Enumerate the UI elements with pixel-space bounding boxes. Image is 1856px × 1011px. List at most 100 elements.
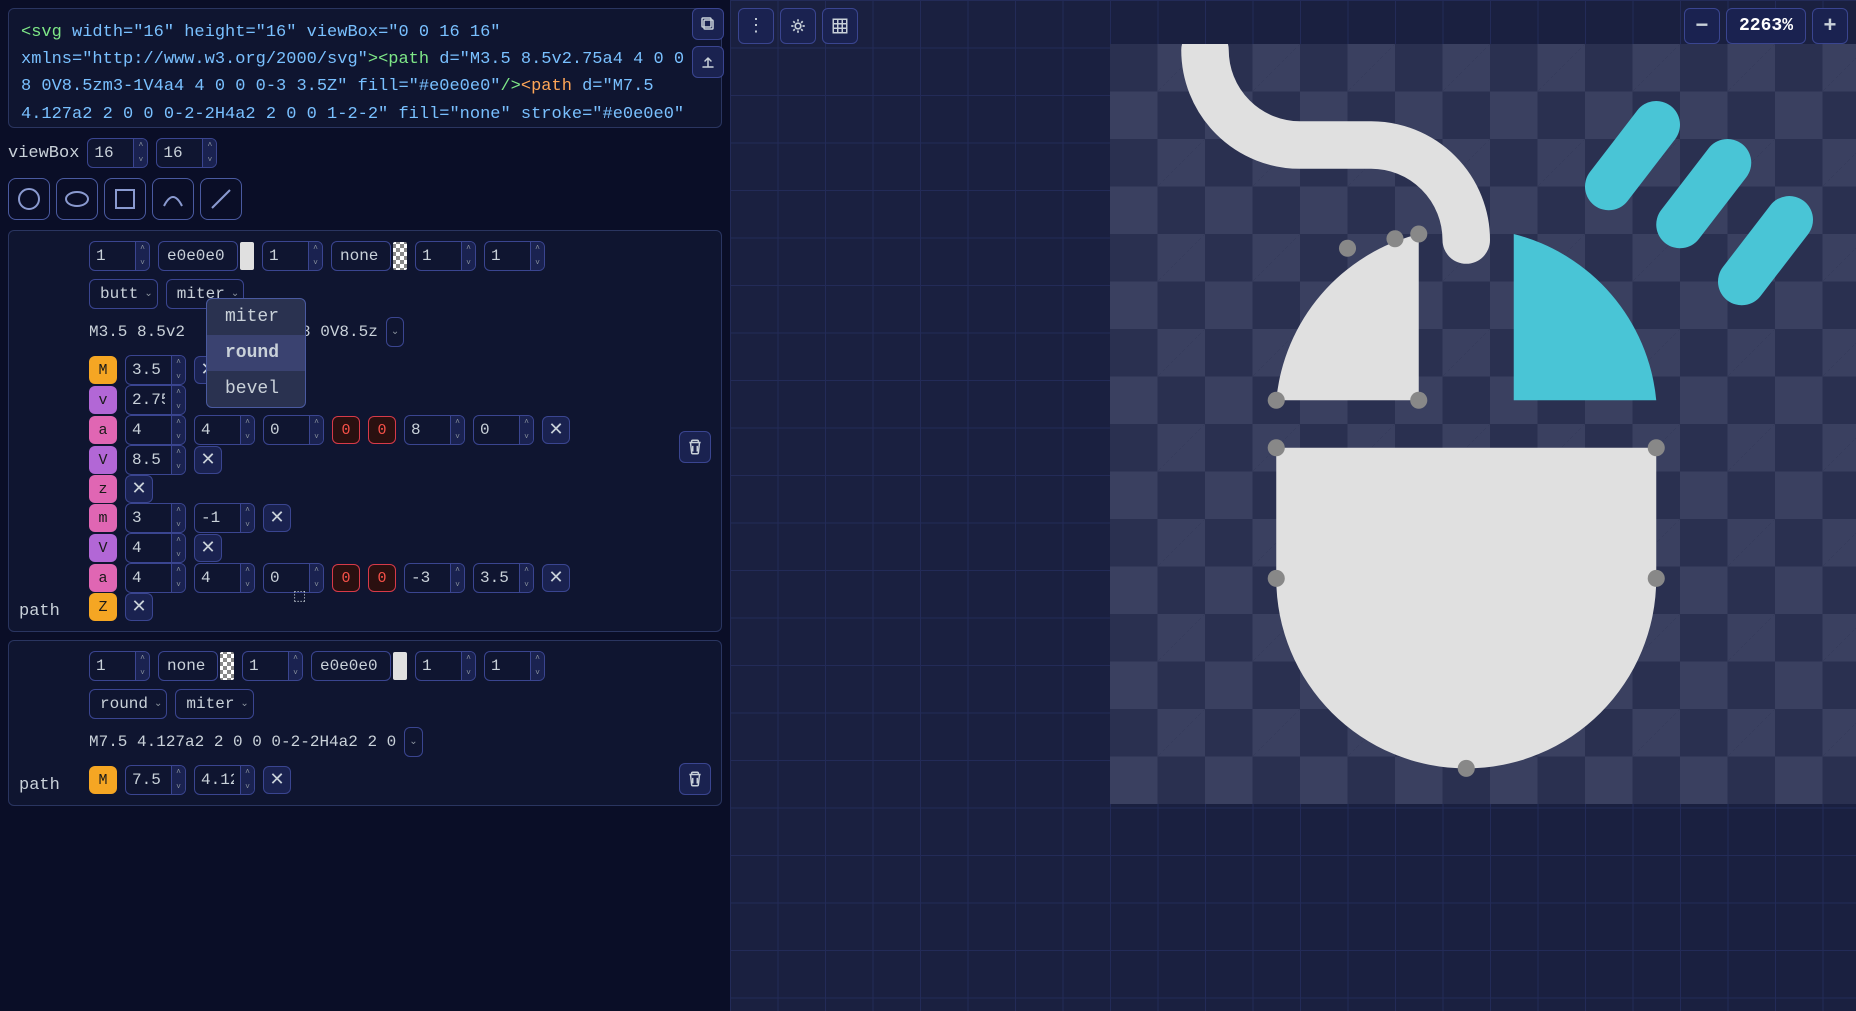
fill-opacity-input[interactable]: ˄˅	[262, 241, 323, 271]
code-path1-open: <path	[378, 50, 439, 69]
command-arg-input[interactable]: ˄˅	[263, 415, 324, 445]
command-arg-input[interactable]: ˄˅	[194, 503, 255, 533]
command-arg-input[interactable]: ˄˅	[125, 355, 186, 385]
stroke-opacity-input[interactable]: ˄˅	[484, 241, 545, 271]
command-chip[interactable]: a	[89, 416, 117, 444]
upload-button[interactable]	[692, 46, 724, 78]
viewbox-width-input[interactable]: ˄˅	[87, 138, 148, 168]
command-arg-input[interactable]: ˄˅	[194, 415, 255, 445]
command-arg-input[interactable]: ˄˅	[404, 563, 465, 593]
delete-command-button[interactable]: ✕	[263, 504, 291, 532]
settings-button[interactable]	[780, 8, 816, 44]
viewbox-height-field[interactable]	[157, 144, 202, 162]
command-row: a ˄˅ ˄˅ ˄˅ 00 ˄˅ ˄˅ ✕	[89, 415, 711, 445]
fill-color-input[interactable]	[158, 241, 238, 271]
chevron-down-icon: ⌄	[144, 288, 152, 300]
command-arg-input[interactable]: ˄˅	[473, 563, 534, 593]
command-chip[interactable]: Z	[89, 593, 117, 621]
svg-preview[interactable]	[1110, 44, 1856, 804]
line-tool[interactable]	[200, 178, 242, 220]
path-tool[interactable]	[152, 178, 194, 220]
grid-button[interactable]	[822, 8, 858, 44]
command-arg-input[interactable]: ˄˅	[473, 415, 534, 445]
command-chip[interactable]: V	[89, 534, 117, 562]
more-button[interactable]: ⋮	[738, 8, 774, 44]
fill-swatch[interactable]	[240, 242, 254, 270]
zoom-in-button[interactable]: +	[1812, 8, 1848, 44]
command-row: V ˄˅ ✕	[89, 445, 711, 475]
code-tag: <svg	[21, 23, 72, 42]
step-down-icon[interactable]: ˅	[203, 153, 216, 168]
canvas-area[interactable]	[730, 0, 1856, 1011]
stroke-width-input[interactable]: ˄˅	[415, 241, 476, 271]
command-arg-input[interactable]: ˄˅	[125, 533, 186, 563]
zoom-out-button[interactable]: −	[1684, 8, 1720, 44]
delete-command-button[interactable]: ✕	[194, 534, 222, 562]
stroke-color-input[interactable]	[311, 651, 391, 681]
linejoin-dropdown[interactable]: miter round bevel	[206, 298, 306, 408]
command-chip[interactable]: M	[89, 356, 117, 384]
step-up-icon[interactable]: ˄	[203, 138, 216, 153]
command-arg-input[interactable]: ˄˅	[125, 445, 186, 475]
fill-swatch[interactable]	[220, 652, 234, 680]
arc-flag-button[interactable]: 0	[368, 416, 396, 444]
command-arg-input[interactable]: ˄˅	[125, 415, 186, 445]
stroke-opacity-input[interactable]: ˄˅	[484, 651, 545, 681]
stroke-width-input[interactable]: ˄˅	[415, 651, 476, 681]
expand-d-button[interactable]: ⌄	[386, 317, 404, 347]
linejoin-select[interactable]: miter⌄	[175, 689, 253, 719]
stroke-swatch[interactable]	[393, 242, 407, 270]
delete-command-button[interactable]: ✕	[125, 593, 153, 621]
delete-command-button[interactable]: ✕	[263, 766, 291, 794]
delete-path-button[interactable]	[679, 763, 711, 795]
copy-button[interactable]	[692, 8, 724, 40]
command-chip[interactable]: m	[89, 504, 117, 532]
step-down-icon[interactable]: ˅	[134, 153, 147, 168]
command-chip[interactable]: a	[89, 564, 117, 592]
viewbox-width-field[interactable]	[88, 144, 133, 162]
step-up-icon[interactable]: ˄	[134, 138, 147, 153]
fill-opacity-input[interactable]: ˄˅	[242, 651, 303, 681]
command-arg-input[interactable]: ˄˅	[404, 415, 465, 445]
command-arg-input[interactable]: ˄˅	[125, 765, 186, 795]
opacity-input[interactable]: ˄˅	[89, 651, 150, 681]
rect-tool[interactable]	[104, 178, 146, 220]
arc-flag-button[interactable]: 0	[332, 416, 360, 444]
command-arg-input[interactable]: ˄˅	[125, 563, 186, 593]
zoom-controls: − 2263% +	[1684, 8, 1848, 44]
delete-command-button[interactable]: ✕	[542, 416, 570, 444]
zoom-level: 2263%	[1726, 8, 1806, 44]
command-chip[interactable]: V	[89, 446, 117, 474]
command-arg-input[interactable]: ˄˅	[194, 765, 255, 795]
arc-flag-button[interactable]: 0	[332, 564, 360, 592]
delete-path-button[interactable]	[679, 431, 711, 463]
fill-color-input[interactable]	[158, 651, 218, 681]
command-arg-input[interactable]: ˄˅	[125, 385, 186, 415]
circle-tool[interactable]	[8, 178, 50, 220]
path-editor-scroll[interactable]: path ˄˅ ˄˅ ˄˅ ˄˅ butt⌄ miter⌄ M3.5 8.5v2	[8, 230, 722, 1003]
dropdown-option-round[interactable]: round	[207, 335, 305, 371]
path-block-2: path ˄˅ ˄˅ ˄˅ ˄˅ round⌄ miter⌄ M7.5 4.12…	[8, 640, 722, 806]
dropdown-option-bevel[interactable]: bevel	[207, 371, 305, 407]
stroke-color-input[interactable]	[331, 241, 391, 271]
path2-d-summary: M7.5 4.127a2 2 0 0 0-2-2H4a2 2 0 ⌄	[89, 727, 711, 757]
opacity-input[interactable]: ˄˅	[89, 241, 150, 271]
delete-command-button[interactable]: ✕	[542, 564, 570, 592]
delete-command-button[interactable]: ✕	[125, 475, 153, 503]
command-chip[interactable]: v	[89, 386, 117, 414]
viewbox-height-input[interactable]: ˄˅	[156, 138, 217, 168]
command-arg-input[interactable]: ˄˅	[125, 503, 186, 533]
canvas-panel: ⋮ − 2263% +	[730, 0, 1856, 1011]
ellipse-tool[interactable]	[56, 178, 98, 220]
dropdown-option-miter[interactable]: miter	[207, 299, 305, 335]
delete-command-button[interactable]: ✕	[194, 446, 222, 474]
command-chip[interactable]: z	[89, 475, 117, 503]
arc-flag-button[interactable]: 0	[368, 564, 396, 592]
svg-source-code[interactable]: <svg width="16" height="16" viewBox="0 0…	[8, 8, 722, 128]
linecap-select[interactable]: round⌄	[89, 689, 167, 719]
command-chip[interactable]: M	[89, 766, 117, 794]
command-arg-input[interactable]: ˄˅	[194, 563, 255, 593]
stroke-swatch[interactable]	[393, 652, 407, 680]
expand-d-button[interactable]: ⌄	[404, 727, 422, 757]
linecap-select[interactable]: butt⌄	[89, 279, 158, 309]
